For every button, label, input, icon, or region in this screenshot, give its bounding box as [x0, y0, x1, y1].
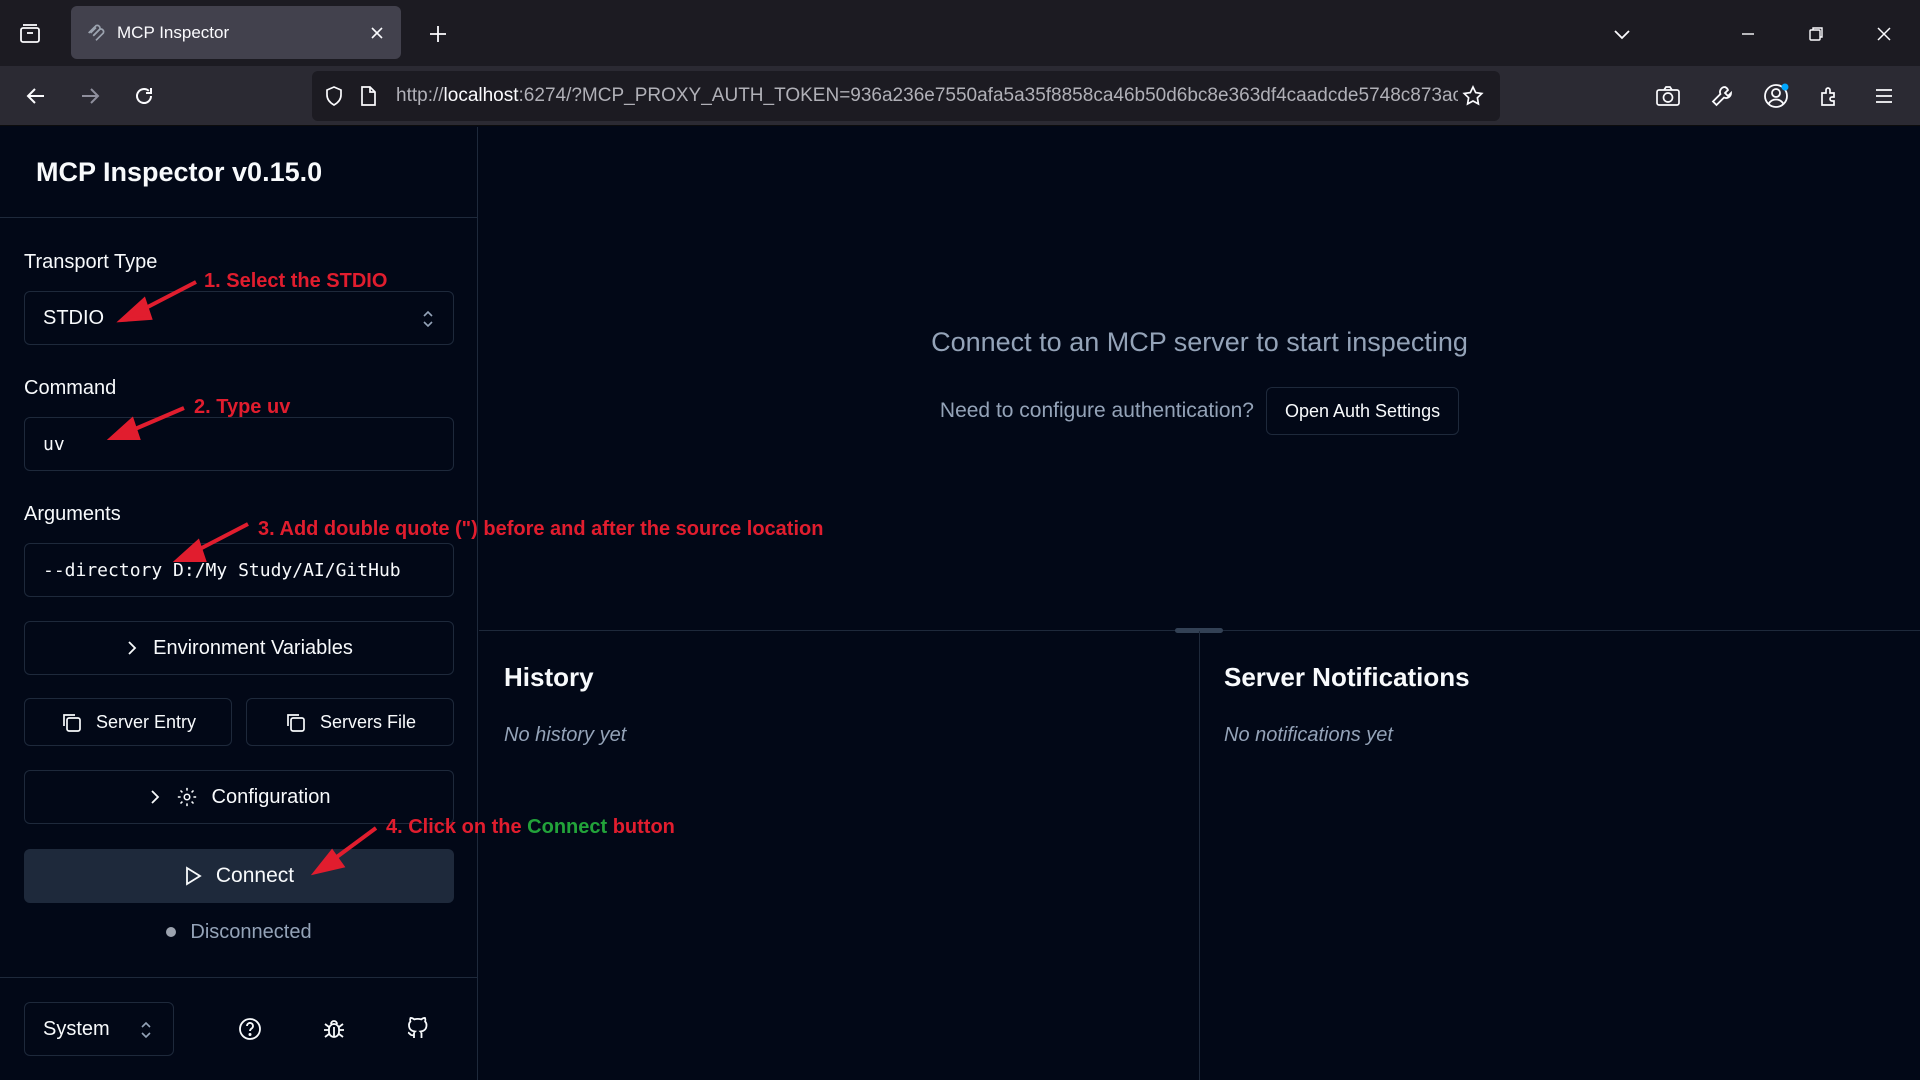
menu-icon[interactable] — [1866, 78, 1902, 114]
copy-icon — [60, 711, 82, 733]
environment-variables-button[interactable]: Environment Variables — [24, 621, 454, 675]
annotation-step-2: 2. Type uv — [194, 396, 291, 418]
auth-question: Need to configure authentication? — [939, 399, 1254, 422]
auth-row: Need to configure authentication? Open A… — [479, 387, 1920, 435]
help-icon[interactable] — [233, 1012, 267, 1046]
annotation-step-3: 3. Add double quote (") before and after… — [258, 518, 824, 540]
annotation-step-1: 1. Select the STDIO — [204, 270, 388, 292]
environment-variables-label: Environment Variables — [153, 636, 353, 659]
transport-type-select[interactable]: STDIO — [24, 291, 454, 345]
play-icon — [184, 866, 202, 886]
github-icon[interactable] — [400, 1012, 434, 1046]
notifications-title: Server Notifications — [1224, 662, 1470, 692]
window-close-icon[interactable] — [1866, 16, 1902, 52]
browser-nav-bar: http://localhost:6274/?MCP_PROXY_AUTH_TO… — [0, 66, 1920, 126]
panel-vertical-divider — [1199, 631, 1200, 1080]
connect-message: Connect to an MCP server to start inspec… — [931, 327, 1468, 357]
wrench-icon[interactable] — [1704, 78, 1740, 114]
notifications-empty: No notifications yet — [1224, 724, 1393, 746]
url-bar[interactable]: http://localhost:6274/?MCP_PROXY_AUTH_TO… — [312, 71, 1500, 121]
open-auth-settings-button[interactable]: Open Auth Settings — [1265, 387, 1460, 435]
camera-icon[interactable] — [1650, 78, 1686, 114]
page-icon[interactable] — [356, 84, 380, 108]
star-icon[interactable] — [1458, 81, 1488, 111]
command-input[interactable]: uv — [24, 417, 454, 471]
transport-type-value: STDIO — [43, 306, 105, 329]
mcp-favicon — [85, 22, 107, 44]
forward-icon[interactable] — [72, 78, 108, 114]
history-title: History — [504, 662, 594, 692]
arguments-value: --directory D:/My Study/AI/GitHub — [43, 559, 401, 581]
command-value: uv — [43, 433, 65, 455]
reload-icon[interactable] — [126, 78, 162, 114]
server-entry-button[interactable]: Server Entry — [24, 698, 232, 746]
theme-value: System — [43, 1017, 110, 1040]
shield-icon[interactable] — [322, 84, 346, 108]
main-panel: Connect to an MCP server to start inspec… — [479, 127, 1920, 1080]
url-text[interactable]: http://localhost:6274/?MCP_PROXY_AUTH_TO… — [396, 85, 1458, 107]
connect-button[interactable]: Connect — [24, 849, 454, 903]
status-text: Disconnected — [190, 920, 312, 943]
bug-icon[interactable] — [317, 1012, 351, 1046]
status-dot — [166, 927, 177, 937]
back-icon[interactable] — [18, 78, 54, 114]
browser-tab[interactable]: MCP Inspector — [71, 6, 401, 59]
annotation-step-4: 4. Click on the Connect button — [386, 816, 675, 838]
history-empty: No history yet — [504, 724, 627, 746]
extensions-icon[interactable] — [1812, 78, 1848, 114]
configuration-label: Configuration — [211, 785, 331, 808]
chevron-right-icon — [148, 789, 162, 805]
chevron-down-icon[interactable] — [1604, 16, 1640, 52]
tab-title: MCP Inspector — [117, 22, 230, 42]
account-icon[interactable] — [1758, 78, 1794, 114]
app-title: MCP Inspector v0.15.0 — [36, 157, 323, 187]
plus-icon[interactable] — [420, 16, 456, 52]
browser-tab-bar: MCP Inspector — [0, 0, 1920, 66]
chevron-updown-icon — [421, 309, 435, 329]
theme-select[interactable]: System — [24, 1002, 174, 1056]
tab-list-icon[interactable] — [12, 16, 48, 52]
server-entry-label: Server Entry — [95, 711, 197, 732]
connect-label: Connect — [215, 864, 295, 887]
copy-icon — [284, 711, 306, 733]
chevron-right-icon — [125, 640, 139, 656]
restore-icon[interactable] — [1798, 16, 1834, 52]
chevron-updown-icon — [139, 1020, 153, 1040]
close-icon[interactable] — [363, 19, 391, 47]
sidebar-divider — [0, 217, 478, 218]
arguments-input[interactable]: --directory D:/My Study/AI/GitHub — [24, 543, 454, 597]
gear-icon — [176, 786, 198, 808]
servers-file-label: Servers File — [319, 711, 417, 732]
connection-status: Disconnected — [0, 917, 478, 947]
arguments-label: Arguments — [24, 503, 121, 525]
command-label: Command — [24, 377, 117, 399]
sidebar-footer-divider — [0, 977, 478, 978]
minimize-icon[interactable] — [1730, 16, 1766, 52]
transport-type-label: Transport Type — [24, 251, 158, 273]
servers-file-button[interactable]: Servers File — [246, 698, 454, 746]
